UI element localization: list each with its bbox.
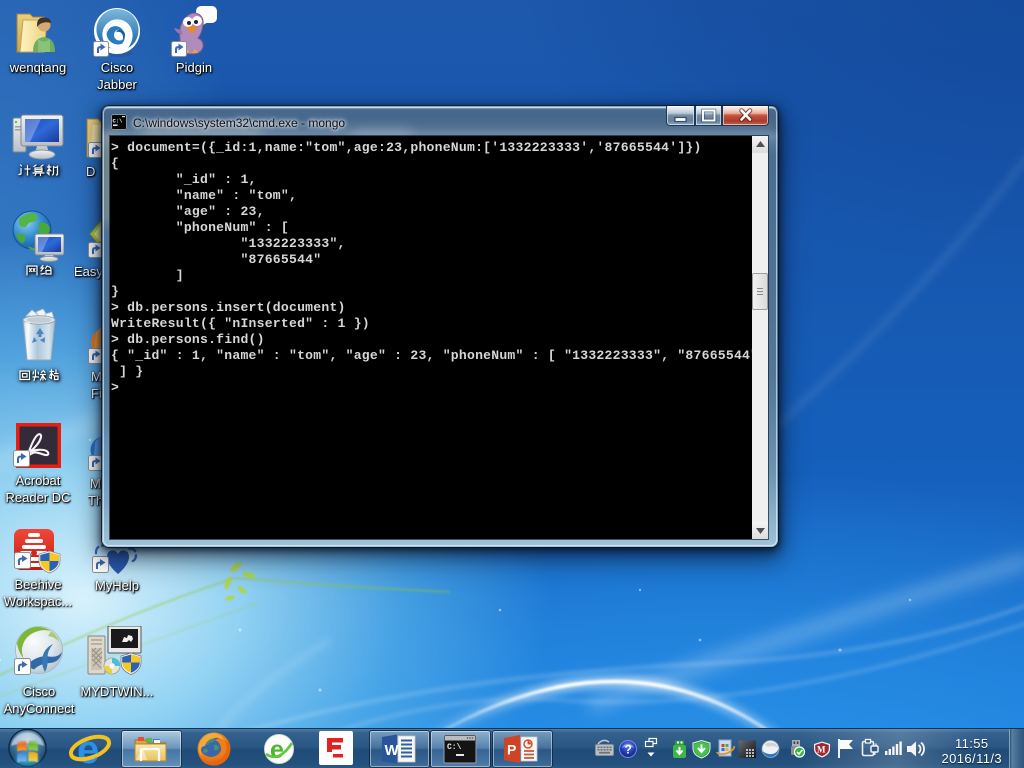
svg-text:P: P [507,742,516,758]
svg-text:C:\: C:\ [113,118,124,125]
svg-text:e: e [270,736,284,764]
svg-text:e: e [77,728,99,768]
svg-text:W: W [385,742,400,759]
svg-text:?: ? [625,743,632,757]
svg-text:C:\: C:\ [447,743,462,752]
svg-text:M: M [817,745,826,755]
